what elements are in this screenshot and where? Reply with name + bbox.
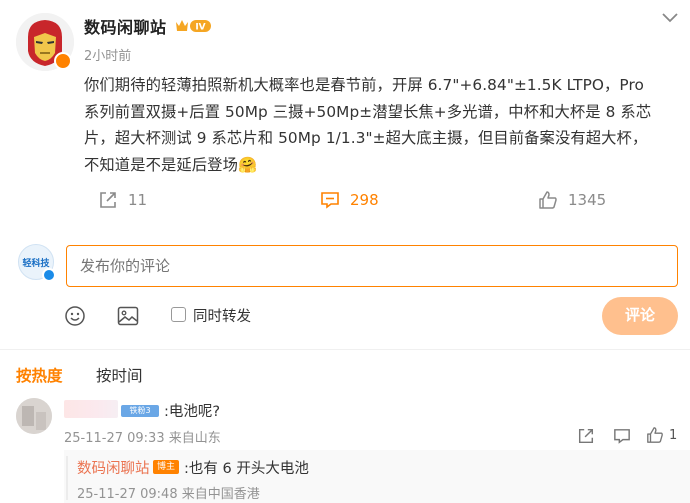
comment-meta: 25-11-27 09:33 来自山东	[64, 431, 221, 446]
share-button[interactable]: 11	[98, 186, 147, 214]
post-content: 你们期待的轻薄拍照新机大概率也是春节前，开屏 6.7"+6.84"±1.5K L…	[84, 72, 674, 178]
comment-count: 298	[350, 191, 379, 209]
share-count: 11	[128, 191, 148, 209]
thumbs-up-icon	[539, 191, 557, 209]
post-line: 片，超大杯测试 9 系芯片和 50Mp 1/1.3"±超大底主摄，但目前备案没有…	[84, 129, 648, 148]
comment-input[interactable]	[66, 245, 678, 287]
like-button[interactable]: 1345	[538, 186, 606, 214]
my-avatar-text: 轻科技	[22, 257, 50, 269]
comment-like-count: 1	[669, 428, 678, 443]
verified-badge-icon	[54, 52, 72, 70]
reply-divider	[66, 456, 68, 500]
reply-meta: 25-11-27 09:48 来自中国香港	[77, 487, 260, 502]
comment-icon[interactable]	[613, 428, 631, 445]
comment-icon	[321, 192, 339, 209]
divider	[0, 349, 690, 350]
emoji-icon[interactable]	[64, 305, 86, 327]
commenter-avatar[interactable]	[16, 398, 52, 434]
fan-badge: 铁粉3	[121, 405, 159, 417]
share-icon[interactable]	[577, 427, 595, 445]
post-line: 你们期待的轻薄拍照新机大概率也是春节前，开屏 6.7"+6.84"±1.5K L…	[84, 76, 644, 94]
comment-button[interactable]: 298	[320, 186, 379, 214]
level-badge-icon: IV	[174, 18, 212, 34]
post-line: 系列前置双摄+后置 50Mp 三摄+50Mp±潜望长焦+多光谱，中杯和大杯是 8…	[84, 102, 652, 121]
like-count: 1345	[568, 191, 607, 209]
chevron-down-icon[interactable]	[660, 10, 680, 24]
repost-checkbox[interactable]	[171, 307, 186, 322]
verified-badge-icon	[42, 268, 56, 282]
blogger-badge: 博主	[153, 460, 179, 474]
level-badge-text: IV	[195, 23, 205, 33]
share-icon	[100, 192, 116, 208]
author-name[interactable]: 数码闲聊站	[84, 14, 167, 38]
repost-label[interactable]: 同时转发	[193, 305, 251, 326]
sort-by-hot-tab[interactable]: 按热度	[16, 364, 63, 386]
commenter-name-blurred[interactable]	[64, 400, 118, 418]
post-line: 不知道是不是延后登场🤗	[84, 155, 258, 174]
thumbs-up-icon[interactable]	[646, 426, 664, 444]
post-time[interactable]: 2小时前	[84, 45, 131, 64]
submit-comment-button[interactable]: 评论	[602, 297, 678, 335]
reply-author[interactable]: 数码闲聊站	[77, 457, 150, 478]
reply-text: :也有 6 开头大电池	[184, 461, 309, 477]
sort-by-time-tab[interactable]: 按时间	[96, 364, 143, 386]
comment-text: :电池呢?	[164, 404, 221, 420]
image-icon[interactable]	[117, 306, 139, 326]
